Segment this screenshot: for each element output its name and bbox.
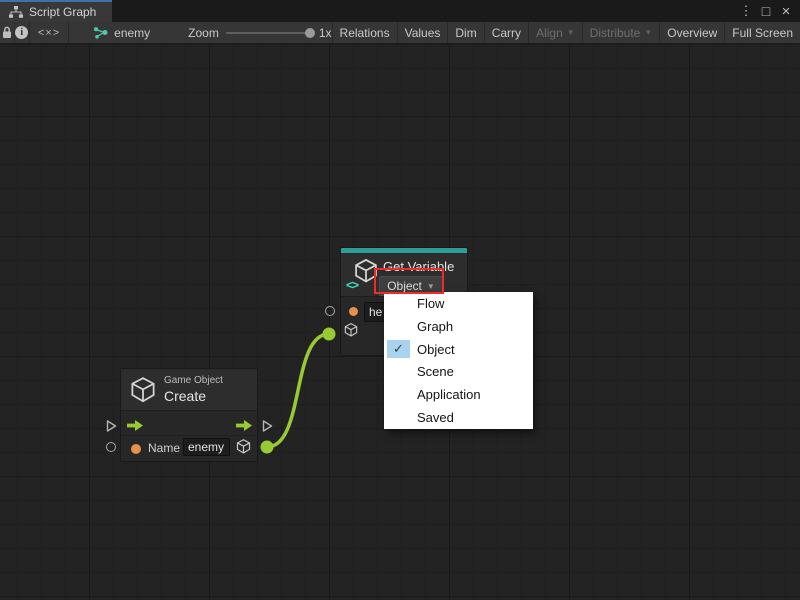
breadcrumb-label: enemy [114,26,150,40]
code-preview-button[interactable]: <×> [30,22,69,43]
graph-canvas[interactable]: <> Get Variable Object ▼ [0,44,800,600]
zoom-level: 1x [319,26,332,40]
values-button[interactable]: Values [397,22,448,43]
object-port-cube-icon[interactable] [343,322,360,339]
node-title: Create [164,388,206,404]
menu-item-application[interactable]: Application [384,383,533,406]
create-object-out-port [261,441,274,454]
get-variable-source-port [323,328,336,341]
flow-row [121,411,257,436]
string-port-dot[interactable] [131,444,141,454]
game-object-create-node[interactable]: Game Object Create Name [120,368,258,462]
menu-item-saved[interactable]: Saved [384,406,533,429]
toolbar-buttons: Relations Values Dim Carry Align▼ Distri… [332,22,800,43]
node-title: Get Variable [383,259,454,274]
window-titlebar: Script Graph ⋮ □ × [0,0,800,22]
dim-button[interactable]: Dim [447,22,483,43]
window-menu-button[interactable]: ⋮ [738,2,754,20]
graph-icon [93,26,108,39]
object-port-cube-icon[interactable] [235,438,253,456]
graph-toolbar: i <×> enemy Zoom 1x Relations Values Dim… [0,22,800,44]
tab-script-graph[interactable]: Script Graph [0,0,112,22]
chevron-down-icon: ▼ [644,28,652,37]
get-variable-header: <> Get Variable Object ▼ [341,253,467,297]
info-button[interactable]: i [15,22,30,43]
graph-breadcrumb[interactable]: enemy [83,22,160,43]
name-row: Name [121,436,257,462]
overview-button[interactable]: Overview [659,22,724,43]
lock-icon [1,26,13,39]
tab-title: Script Graph [29,5,96,19]
variable-kind-menu: Flow Graph ✓ Object Scene Application Sa… [384,292,533,429]
flow-out-port[interactable] [260,419,274,438]
window-controls: ⋮ □ × [738,0,800,22]
menu-item-object[interactable]: ✓ Object [384,338,533,361]
name-input[interactable] [183,438,230,456]
node-subtitle: Game Object [164,375,223,386]
relations-button[interactable]: Relations [332,22,397,43]
flow-in-port[interactable] [104,419,118,438]
menu-item-flow[interactable]: Flow [384,292,533,315]
code-brackets-icon: <> [346,278,358,292]
flow-in-arrow-icon[interactable] [127,418,143,436]
maximize-button[interactable]: □ [758,2,774,20]
zoom-slider-handle[interactable] [305,28,315,38]
distribute-button: Distribute▼ [582,22,660,43]
zoom-slider[interactable] [226,32,312,34]
zoom-label: Zoom [188,26,219,40]
chevron-down-icon: ▼ [427,282,435,291]
flow-out-arrow-icon[interactable] [236,418,252,436]
carry-button[interactable]: Carry [484,22,528,43]
lock-button[interactable] [0,22,15,43]
graph-tab-icon [9,6,23,18]
menu-item-graph[interactable]: Graph [384,315,533,338]
create-node-body: Name [121,411,257,462]
info-icon: i [15,26,28,39]
align-button: Align▼ [528,22,582,43]
zoom-control: Zoom 1x [188,22,331,43]
name-label: Name [148,441,180,455]
check-icon: ✓ [387,340,410,359]
get-variable-name-port[interactable] [325,306,335,316]
string-port-dot[interactable] [349,307,358,316]
close-button[interactable]: × [778,2,794,20]
game-object-cube-icon [128,375,158,405]
full-screen-button[interactable]: Full Screen [724,22,800,43]
name-value-in-port[interactable] [106,442,116,452]
code-icon: <×> [38,27,60,39]
create-node-header: Game Object Create [121,369,257,411]
chevron-down-icon: ▼ [567,28,575,37]
menu-item-scene[interactable]: Scene [384,360,533,383]
variable-cube-icon: <> [346,257,380,291]
